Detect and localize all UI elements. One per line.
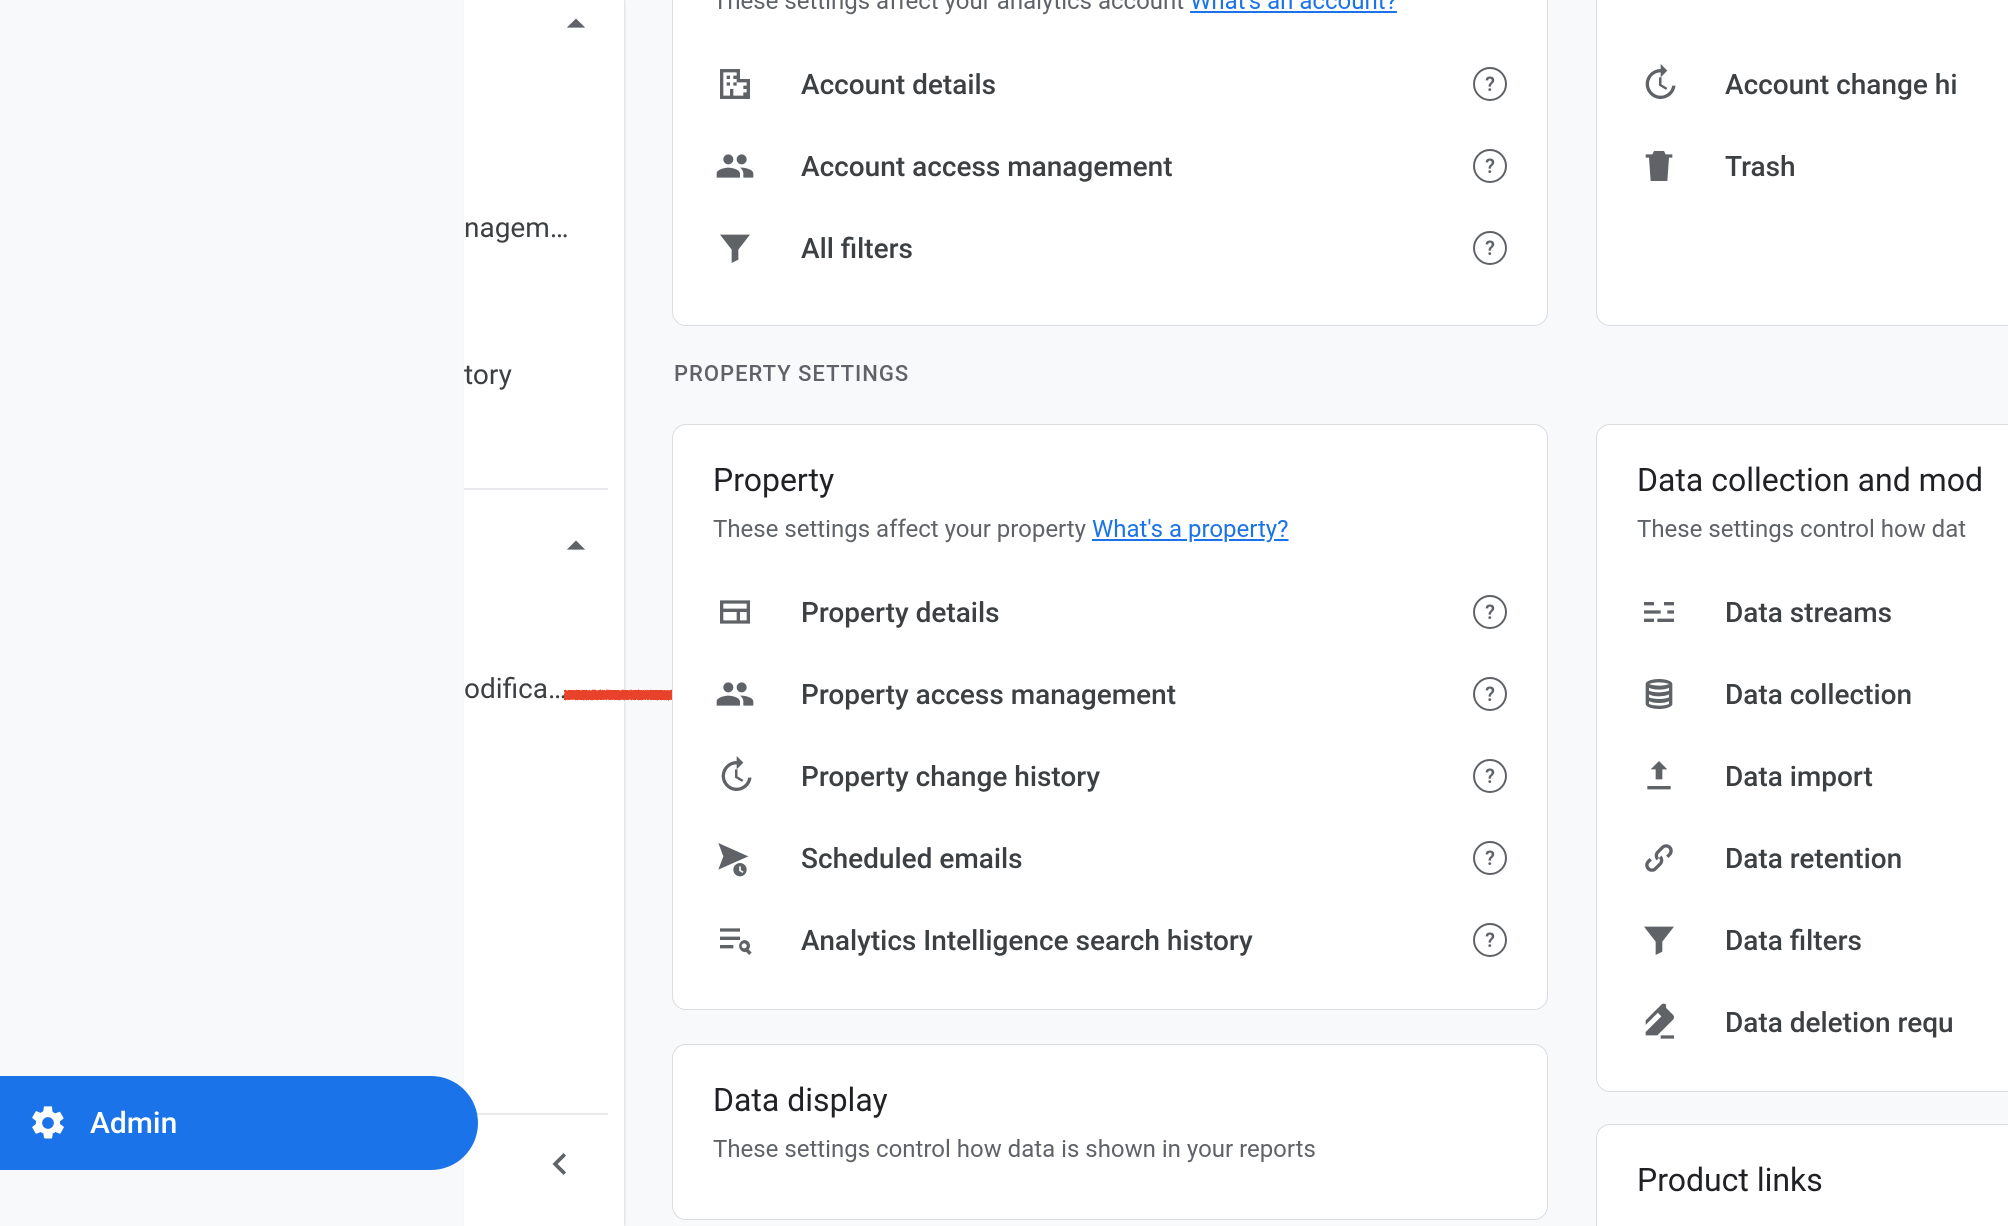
property-card-subtitle: These settings affect your property What… — [713, 515, 1507, 543]
chevron-up-icon[interactable] — [554, 2, 598, 50]
data-import-row[interactable]: Data import — [1637, 735, 2008, 817]
chevron-up-icon[interactable] — [554, 524, 598, 572]
whats-an-account-link[interactable]: What's an account? — [1190, 0, 1397, 15]
data-filters-row[interactable]: Data filters — [1637, 899, 2008, 981]
filter-icon — [1637, 918, 1681, 962]
help-icon[interactable]: ? — [1473, 231, 1507, 265]
help-icon[interactable]: ? — [1473, 677, 1507, 711]
filter-icon — [713, 226, 757, 270]
help-icon[interactable]: ? — [1473, 923, 1507, 957]
product-links-title: Product links — [1637, 1161, 2008, 1199]
account-change-history-label: Account change hi — [1725, 68, 2008, 101]
admin-nav-button[interactable]: Admin — [0, 1076, 478, 1170]
drawer-item-modification[interactable]: odifica… — [464, 672, 567, 705]
data-collection-label: Data collection — [1725, 678, 2008, 711]
account-card-right: . Account change hi Trash . — [1596, 0, 2008, 326]
data-filters-label: Data filters — [1725, 924, 2008, 957]
admin-drawer: nagem… tory odifica… — [464, 0, 624, 1226]
scheduled-emails-row[interactable]: Scheduled emails ? — [713, 817, 1507, 899]
scheduled-emails-label: Scheduled emails — [801, 842, 1473, 875]
property-card: Property These settings affect your prop… — [672, 424, 1548, 1010]
drawer-item-history[interactable]: tory — [464, 358, 512, 391]
data-display-subtitle: These settings control how data is shown… — [713, 1135, 1507, 1163]
data-display-title: Data display — [713, 1081, 1507, 1119]
account-change-history-row[interactable]: Account change hi — [1637, 43, 2008, 125]
help-icon[interactable]: ? — [1473, 595, 1507, 629]
link-icon — [1637, 836, 1681, 880]
help-icon[interactable]: ? — [1473, 841, 1507, 875]
drawer-separator — [464, 488, 608, 490]
property-change-history-row[interactable]: Property change history ? — [713, 735, 1507, 817]
data-collection-card: Data collection and mod These settings c… — [1596, 424, 2008, 1092]
trash-row[interactable]: Trash — [1637, 125, 2008, 207]
account-card-subtitle: These settings affect your analytics acc… — [713, 0, 1507, 15]
property-access-label: Property access management — [801, 678, 1473, 711]
account-card: These settings affect your analytics acc… — [672, 0, 1548, 326]
whats-a-property-link[interactable]: What's a property? — [1092, 515, 1289, 543]
eraser-icon — [1637, 1000, 1681, 1044]
database-icon — [1637, 672, 1681, 716]
data-streams-label: Data streams — [1725, 596, 2008, 629]
chevron-left-icon[interactable] — [536, 1142, 580, 1190]
account-details-row[interactable]: Account details ? — [713, 43, 1507, 125]
data-collection-row[interactable]: Data collection — [1637, 653, 2008, 735]
help-icon[interactable]: ? — [1473, 149, 1507, 183]
data-deletion-label: Data deletion requ — [1725, 1006, 2008, 1039]
all-filters-row[interactable]: All filters ? — [713, 207, 1507, 289]
property-card-title: Property — [713, 461, 1507, 499]
help-icon[interactable]: ? — [1473, 759, 1507, 793]
history-icon — [713, 754, 757, 798]
send-clock-icon — [713, 836, 757, 880]
streams-icon — [1637, 590, 1681, 634]
account-access-row[interactable]: Account access management ? — [713, 125, 1507, 207]
data-collection-title: Data collection and mod — [1637, 461, 2008, 499]
data-import-label: Data import — [1725, 760, 2008, 793]
trash-icon — [1637, 144, 1681, 188]
property-settings-heading: PROPERTY SETTINGS — [674, 362, 909, 387]
people-icon — [713, 672, 757, 716]
people-icon — [713, 144, 757, 188]
data-deletion-row[interactable]: Data deletion requ — [1637, 981, 2008, 1063]
intelligence-search-label: Analytics Intelligence search history — [801, 924, 1473, 957]
data-streams-row[interactable]: Data streams — [1637, 571, 2008, 653]
drawer-item-management[interactable]: nagem… — [464, 211, 569, 244]
intelligence-search-row[interactable]: Analytics Intelligence search history ? — [713, 899, 1507, 981]
data-retention-row[interactable]: Data retention — [1637, 817, 2008, 899]
gear-icon — [28, 1103, 68, 1143]
property-change-history-label: Property change history — [801, 760, 1473, 793]
main-content: These settings affect your analytics acc… — [624, 0, 2008, 1226]
drawer-separator — [464, 1113, 608, 1115]
property-details-label: Property details — [801, 596, 1473, 629]
help-icon[interactable]: ? — [1473, 67, 1507, 101]
upload-icon — [1637, 754, 1681, 798]
data-retention-label: Data retention — [1725, 842, 2008, 875]
building-icon — [713, 62, 757, 106]
property-details-row[interactable]: Property details ? — [713, 571, 1507, 653]
card-icon — [713, 590, 757, 634]
property-access-row[interactable]: Property access management ? — [713, 653, 1507, 735]
product-links-card: Product links — [1596, 1124, 2008, 1226]
data-display-card: Data display These settings control how … — [672, 1044, 1548, 1220]
data-collection-subtitle: These settings control how dat — [1637, 515, 2008, 543]
account-access-label: Account access management — [801, 150, 1473, 183]
account-details-label: Account details — [801, 68, 1473, 101]
list-search-icon — [713, 918, 757, 962]
history-icon — [1637, 62, 1681, 106]
trash-label: Trash — [1725, 150, 2008, 183]
all-filters-label: All filters — [801, 232, 1473, 265]
admin-label: Admin — [90, 1106, 177, 1141]
